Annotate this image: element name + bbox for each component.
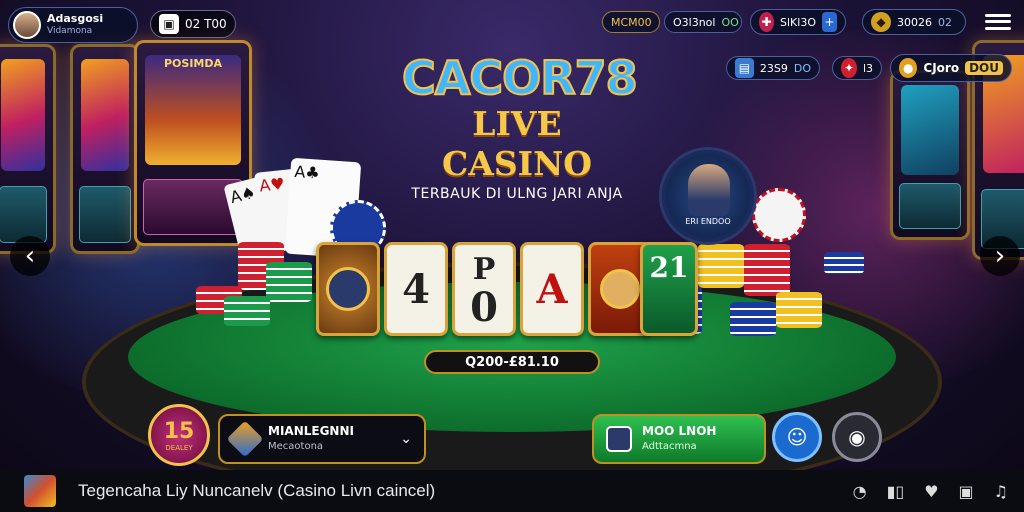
- info-chip-badge[interactable]: ✦ l3: [832, 56, 882, 80]
- table-card-a[interactable]: A: [520, 242, 584, 336]
- table-card-coin[interactable]: [316, 242, 380, 336]
- flag-icon: ✚: [759, 12, 775, 32]
- profile-name: Adasgosi: [47, 12, 104, 25]
- menu-icon[interactable]: [982, 8, 1014, 36]
- dealer-label: ERI ENDOO: [685, 217, 731, 226]
- slot-machine: [0, 44, 56, 254]
- heart-icon[interactable]: ♥: [924, 482, 938, 501]
- app-cube-icon: [24, 475, 56, 507]
- action-button-title: MOO LNOH: [642, 424, 717, 438]
- info-chip-id[interactable]: ▤ 23S9 DO: [726, 56, 820, 80]
- top-stat-value: OO: [721, 15, 739, 29]
- info-chip-label: 23S9: [759, 61, 788, 75]
- action-button-subtitle: Adttacmna: [642, 441, 697, 452]
- logo-subtitle: LIVE CASINO: [441, 104, 593, 183]
- wallet-chip-label: CJoro: [923, 61, 960, 75]
- card-face: 0: [470, 284, 498, 331]
- top-stat-label: MCM00: [611, 15, 652, 29]
- card-face: A: [536, 265, 568, 313]
- game-select-dropdown[interactable]: MIANLEGNNI Mecaotona ⌄: [218, 414, 426, 464]
- action-button[interactable]: MOO LNOH Adttacmna: [592, 414, 766, 464]
- game-select-title: MIANLEGNNI: [268, 424, 354, 438]
- table-card-21[interactable]: 21: [640, 242, 698, 336]
- clock-icon[interactable]: ◔: [853, 482, 867, 501]
- top-stat-label: 30026: [897, 15, 932, 29]
- music-icon[interactable]: ♫: [994, 482, 1008, 501]
- dealer-card-icon: [600, 269, 640, 309]
- top-stat-coins[interactable]: O3l3nol OO: [664, 11, 742, 33]
- slot-machine: [890, 70, 970, 240]
- chip-stack-green: [224, 296, 270, 326]
- plus-icon: +: [821, 12, 837, 32]
- top-stat-gems[interactable]: ◆ 30026 02: [862, 9, 966, 35]
- wallet-chip-value: DOU: [965, 61, 1003, 75]
- chat-icon[interactable]: ☺: [772, 412, 822, 462]
- table-card-4[interactable]: 4: [384, 242, 448, 336]
- balance-chip-label: 02 T00: [185, 17, 227, 31]
- profile-chip[interactable]: Adasgosi Vidamona: [8, 7, 138, 43]
- logo-title: CACOR78: [401, 51, 639, 105]
- screen-icon[interactable]: ▣: [959, 482, 974, 501]
- rank-label: DEALEY: [165, 443, 193, 452]
- table-card-0[interactable]: P 0: [452, 242, 516, 336]
- bet-display: Q200-£81.10: [424, 350, 600, 374]
- chevron-down-icon: ⌄: [400, 431, 412, 447]
- chip-stack-gold: [698, 244, 744, 288]
- wallet-icon: ●: [899, 58, 918, 78]
- diamond-icon: [226, 420, 264, 458]
- next-arrow-icon[interactable]: ›: [980, 236, 1020, 276]
- dealer-portrait: [688, 164, 730, 216]
- coin-card-icon: [326, 267, 370, 311]
- top-stat-value: 02: [938, 15, 952, 29]
- chip-stack-blue: [824, 252, 864, 274]
- signal-icon[interactable]: ▮▯: [887, 482, 905, 501]
- chip-stack-red: [744, 244, 790, 296]
- dealer-avatar[interactable]: ERI ENDOO: [662, 150, 754, 242]
- brand-logo: CACOR78 LIVE CASINO TERBAUK DI ULNG JARI…: [401, 51, 639, 202]
- wallet-chip[interactable]: ● CJoro DOU: [890, 54, 1012, 82]
- camera-icon[interactable]: ◉: [832, 412, 882, 462]
- machine-sign: POSIMDA: [163, 57, 223, 70]
- game-select-subtitle: Mecaotona: [268, 441, 324, 452]
- rank-number: 15: [163, 418, 195, 444]
- chip-stack-green: [266, 262, 312, 302]
- chip-stack-blue: [730, 302, 776, 336]
- logo-tagline: TERBAUK DI ULNG JARI ANJA: [411, 186, 623, 202]
- profile-subtitle: Vidamona: [47, 26, 93, 36]
- top-stat-label: SlKl3O: [780, 15, 816, 29]
- top-stat-trophy[interactable]: MCM00: [602, 11, 660, 33]
- avatar: [13, 11, 41, 39]
- photo-icon: ▣: [159, 14, 179, 34]
- info-chip-value: DO: [793, 61, 811, 75]
- top-stat-flag[interactable]: ✚ SlKl3O +: [750, 9, 846, 35]
- cube-icon: [606, 426, 632, 452]
- gem-icon: ◆: [871, 12, 891, 32]
- white-chip: [752, 188, 806, 242]
- previous-arrow-icon[interactable]: ‹: [10, 236, 50, 276]
- id-icon: ▤: [735, 58, 754, 78]
- card-face: 4: [402, 265, 430, 313]
- chip-stack-gold: [776, 292, 822, 328]
- status-text: Tegencaha Liy Nuncanelv (Casino Livn cai…: [78, 481, 436, 500]
- badge-icon: ✦: [841, 58, 857, 78]
- balance-chip[interactable]: ▣ 02 T00: [150, 10, 236, 38]
- top-stat-label: O3l3nol: [673, 15, 716, 29]
- card-face: 21: [649, 251, 689, 284]
- info-chip-label: l3: [862, 61, 873, 75]
- slot-machine: [70, 44, 140, 254]
- rank-badge[interactable]: 15 DEALEY: [148, 404, 210, 466]
- bet-value: Q200-£81.10: [465, 354, 559, 370]
- bottom-status-bar: Tegencaha Liy Nuncanelv (Casino Livn cai…: [0, 470, 1024, 512]
